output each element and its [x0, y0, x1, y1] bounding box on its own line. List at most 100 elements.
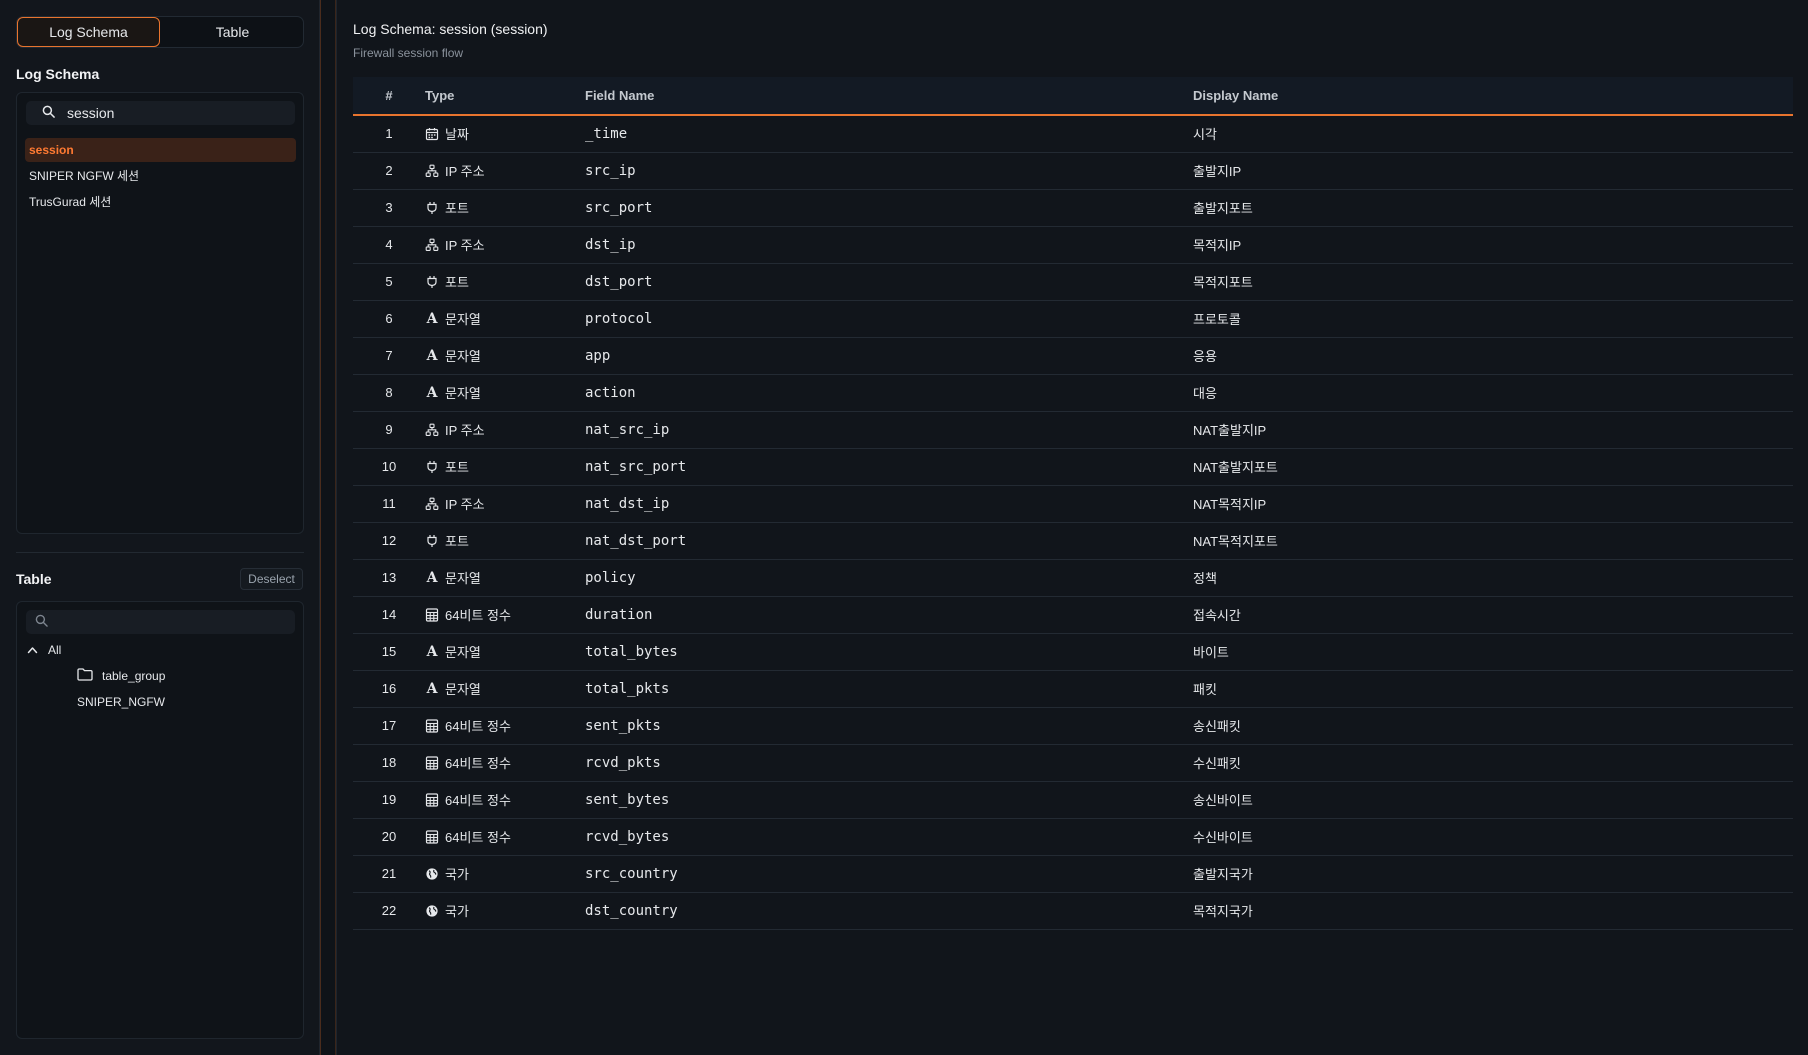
type-label: 문자열: [445, 349, 481, 364]
row-type-cell: 포트: [425, 189, 585, 226]
plug-icon: [425, 275, 439, 289]
table-row[interactable]: 11 IP 주소 nat_dst_ip NAT목적지IP: [353, 485, 1793, 522]
row-number: 7: [385, 348, 393, 363]
row-number: 9: [385, 422, 393, 437]
type-label-group: A 문자열: [425, 642, 585, 661]
deselect-button[interactable]: Deselect: [240, 568, 303, 590]
display-name-cell: NAT출발지IP: [1193, 423, 1267, 438]
display-name-cell: 목적지포트: [1193, 275, 1253, 290]
field-name-cell: sent_pkts: [585, 717, 661, 734]
table-row[interactable]: 4 IP 주소 dst_ip 목적지IP: [353, 226, 1793, 263]
text-icon: A: [426, 347, 438, 364]
row-number: 3: [385, 200, 393, 215]
type-label: 64비트 정수: [445, 830, 511, 845]
calendar-icon: [425, 127, 439, 141]
tab-log-schema[interactable]: Log Schema: [17, 17, 160, 47]
text-icon: A: [426, 643, 438, 660]
table-row[interactable]: 3 포트 src_port 출발지포트: [353, 189, 1793, 226]
display-name-cell: 응용: [1193, 349, 1217, 364]
table-row[interactable]: 19 64비트 정수 sent_bytes 송신바이트: [353, 781, 1793, 818]
type-label: 64비트 정수: [445, 756, 511, 771]
field-name-cell: dst_country: [585, 902, 678, 919]
row-number: 4: [385, 237, 393, 252]
row-number: 14: [381, 607, 397, 622]
field-name-cell: _time: [585, 125, 628, 142]
schema-item-session[interactable]: session: [25, 138, 296, 162]
type-label-group: 64비트 정수: [425, 605, 585, 624]
table-row[interactable]: 15 A 문자열 total_bytes 바이트: [353, 633, 1793, 670]
log-schema-section-title: Log Schema: [16, 66, 100, 82]
log-schema-search[interactable]: [26, 101, 295, 125]
calculator-icon: [425, 607, 439, 622]
table-row[interactable]: 7 A 문자열 app 응용: [353, 337, 1793, 374]
table-row[interactable]: 10 포트 nat_src_port NAT출발지포트: [353, 448, 1793, 485]
row-type-cell: 포트: [425, 263, 585, 300]
table-row[interactable]: 2 IP 주소 src_ip 출발지IP: [353, 152, 1793, 189]
tree-node-sniper-ngfw[interactable]: SNIPER_NGFW: [77, 692, 165, 712]
table-row[interactable]: 13 A 문자열 policy 정책: [353, 559, 1793, 596]
row-number: 12: [381, 533, 397, 548]
row-type-cell: 날짜: [425, 115, 585, 152]
network-icon: [425, 238, 439, 252]
type-label: 포트: [445, 460, 469, 475]
type-label: 포트: [445, 275, 469, 290]
table-search-input[interactable]: [60, 614, 260, 630]
row-number: 17: [381, 718, 397, 733]
log-schema-search-input[interactable]: [67, 105, 267, 121]
table-header-row: # Type Field Name Display Name: [353, 77, 1793, 116]
table-row[interactable]: 9 IP 주소 nat_src_ip NAT출발지IP: [353, 411, 1793, 448]
table-row[interactable]: 22 국가 dst_country 목적지국가: [353, 892, 1793, 929]
display-name-cell: 송신바이트: [1193, 793, 1253, 808]
display-name-cell: 목적지IP: [1193, 238, 1242, 253]
tree-node-all[interactable]: All: [27, 640, 61, 660]
type-label-group: A 문자열: [425, 346, 585, 365]
row-type-cell: 64비트 정수: [425, 596, 585, 633]
page-subtitle: Firewall session flow: [353, 46, 464, 60]
row-number: 16: [381, 681, 397, 696]
plug-icon: [425, 534, 439, 548]
type-label: IP 주소: [445, 238, 485, 253]
text-icon: A: [426, 680, 438, 697]
table-row[interactable]: 5 포트 dst_port 목적지포트: [353, 263, 1793, 300]
display-name-cell: 송신패킷: [1193, 719, 1241, 734]
field-name-cell: sent_bytes: [585, 791, 670, 808]
calculator-icon: [425, 755, 439, 770]
type-label: IP 주소: [445, 164, 485, 179]
row-type-cell: 포트: [425, 448, 585, 485]
table-row[interactable]: 8 A 문자열 action 대응: [353, 374, 1793, 411]
table-row[interactable]: 1 날짜 _time 시각: [353, 115, 1793, 152]
chevron-up-icon[interactable]: [27, 643, 38, 657]
network-icon: [425, 164, 439, 178]
sidebar: Log Schema Table Log Schema session SNIP…: [0, 0, 320, 1055]
type-label-group: 포트: [425, 531, 585, 550]
display-name-cell: 출발지IP: [1193, 164, 1242, 179]
field-name-cell: src_country: [585, 865, 678, 882]
row-number: 18: [381, 755, 397, 770]
type-label-group: IP 주소: [425, 420, 585, 439]
table-search[interactable]: [26, 610, 295, 634]
field-name-cell: total_pkts: [585, 680, 670, 697]
text-icon: A: [426, 569, 438, 586]
column-header-display-name[interactable]: Display Name: [1193, 77, 1793, 116]
schema-item-sniper-ngfw[interactable]: SNIPER NGFW 세션: [25, 163, 296, 187]
table-row[interactable]: 18 64비트 정수 rcvd_pkts 수신패킷: [353, 744, 1793, 781]
tree-node-table-group[interactable]: table_group: [77, 666, 165, 686]
table-row[interactable]: 21 국가 src_country 출발지국가: [353, 855, 1793, 892]
type-label-group: IP 주소: [425, 161, 585, 180]
table-row[interactable]: 12 포트 nat_dst_port NAT목적지포트: [353, 522, 1793, 559]
sidebar-tabs: Log Schema Table: [16, 16, 304, 48]
row-type-cell: A 문자열: [425, 300, 585, 337]
table-row[interactable]: 14 64비트 정수 duration 접속시간: [353, 596, 1793, 633]
field-name-cell: rcvd_bytes: [585, 828, 670, 845]
schema-item-trusgurad[interactable]: TrusGurad 세션: [25, 189, 296, 213]
column-header-type[interactable]: Type: [425, 77, 585, 116]
column-header-num[interactable]: #: [353, 77, 425, 116]
table-row[interactable]: 20 64비트 정수 rcvd_bytes 수신바이트: [353, 818, 1793, 855]
column-header-field-name[interactable]: Field Name: [585, 77, 1193, 116]
tab-table[interactable]: Table: [162, 17, 303, 47]
table-row[interactable]: 16 A 문자열 total_pkts 패킷: [353, 670, 1793, 707]
row-number: 13: [381, 570, 397, 585]
row-type-cell: A 문자열: [425, 670, 585, 707]
table-row[interactable]: 6 A 문자열 protocol 프로토콜: [353, 300, 1793, 337]
table-row[interactable]: 17 64비트 정수 sent_pkts 송신패킷: [353, 707, 1793, 744]
